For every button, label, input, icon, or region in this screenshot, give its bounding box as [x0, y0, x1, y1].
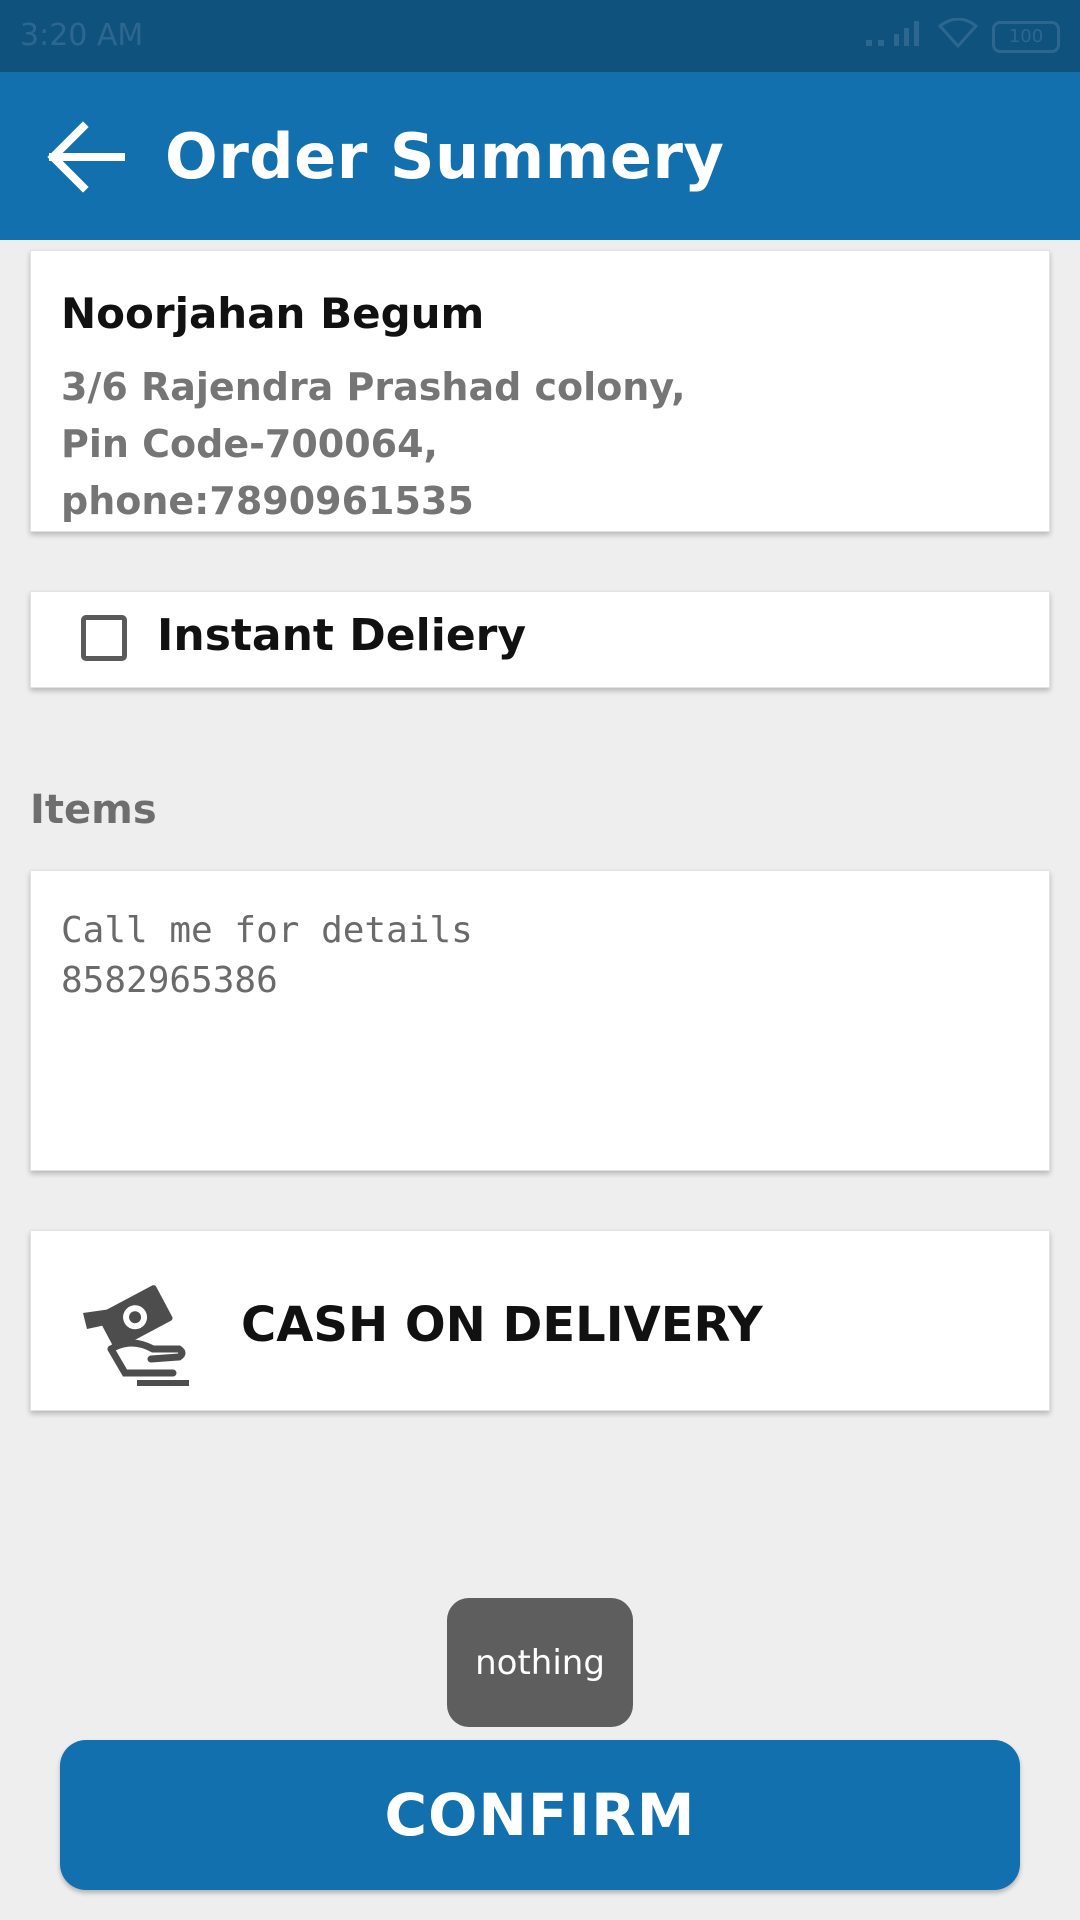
- items-heading: Items: [30, 787, 157, 833]
- arrow-left-icon: [47, 121, 125, 193]
- battery-icon: 100: [992, 21, 1060, 53]
- status-time: 3:20 AM: [20, 18, 144, 53]
- cash-on-delivery-option[interactable]: CASH ON DELIVERY: [30, 1230, 1050, 1411]
- confirm-button[interactable]: CONFIRM: [60, 1740, 1020, 1890]
- status-bar: 3:20 AM 100: [0, 0, 1080, 72]
- cash-on-delivery-label: CASH ON DELIVERY: [241, 1297, 763, 1353]
- address-line-3: phone:7890961535: [61, 479, 474, 523]
- status-icons: 100: [864, 17, 1060, 56]
- customer-name: Noorjahan Begum: [61, 289, 485, 338]
- instant-delivery-card: Instant Deliery: [30, 591, 1050, 688]
- items-card: Call me for details 8582965386: [30, 870, 1050, 1171]
- wifi-icon: [937, 17, 979, 56]
- items-textarea[interactable]: Call me for details 8582965386: [61, 906, 1011, 1146]
- instant-delivery-label[interactable]: Instant Deliery: [157, 610, 526, 661]
- app-bar: Order Summery: [0, 72, 1080, 240]
- address-line-2: Pin Code-700064,: [61, 422, 438, 466]
- toast-message: nothing: [447, 1598, 633, 1727]
- address-card[interactable]: Noorjahan Begum 3/6 Rajendra Prashad col…: [30, 250, 1050, 532]
- cash-in-hand-icon: [81, 1279, 211, 1389]
- address-line-1: 3/6 Rajendra Prashad colony,: [61, 365, 686, 409]
- signal-icon: [864, 18, 924, 56]
- page-title: Order Summery: [165, 120, 725, 193]
- instant-delivery-checkbox[interactable]: [81, 615, 127, 661]
- back-button[interactable]: [40, 112, 130, 202]
